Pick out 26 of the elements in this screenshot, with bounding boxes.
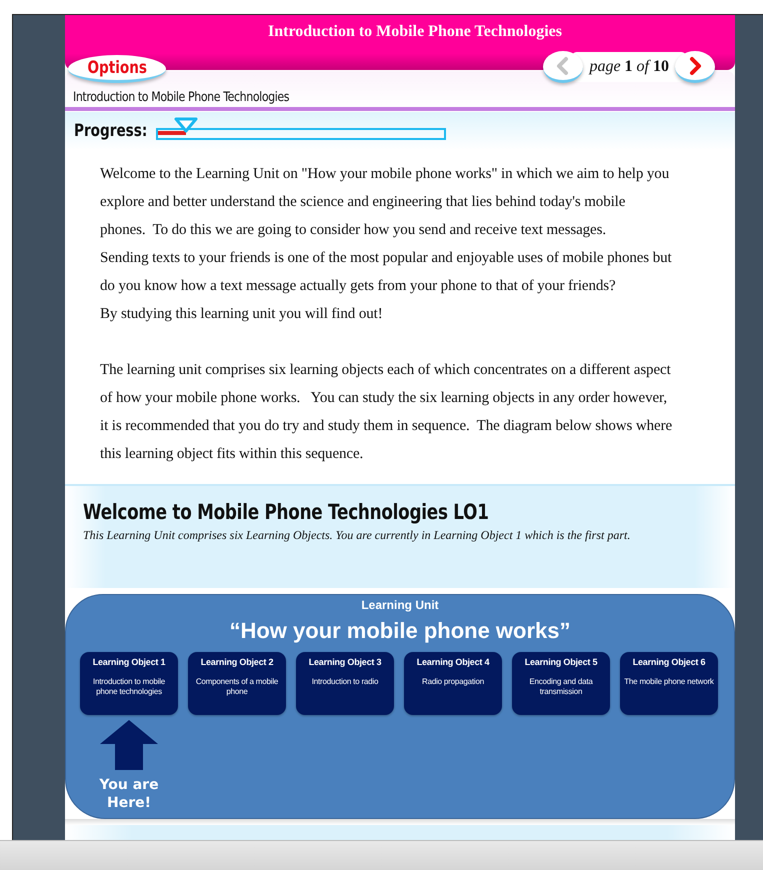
object-name: Learning Object 2 <box>200 657 274 667</box>
body-text: Welcome to the Learning Unit on "How your mobile phone works" in which we aim to help you explore and better understand the science and engineering that lies behind today's mobile phones. To do this we are going to consider how you send and receive text messages. <box>100 165 670 240</box>
object-name: Learning Object 4 <box>416 657 490 667</box>
object-name: Learning Object 3 <box>308 657 382 667</box>
object-topic: Radio propagation <box>421 677 485 687</box>
object-topic: Encoding and data transmission <box>528 677 594 697</box>
progress-label: Progress: <box>74 121 148 141</box>
section-intro: This Learning Unit comprises six Learning Objects. You are currently in Learning Object 1 which is the first part. <box>83 527 632 544</box>
object-name: Learning Object 1 <box>92 657 166 667</box>
section-heading: Welcome to Mobile Phone Technologies LO1 <box>83 500 490 524</box>
object-topic: Introduction to mobile phone technologies <box>92 677 166 697</box>
object-topic: The mobile phone network <box>624 677 714 687</box>
object-topic: Components of a mobile phone <box>194 677 280 697</box>
body-text: Sending texts to your friends is one of the most popular and enjoyable uses of mobile phones but do you know how a text message actually gets from your phone to that of your friends? <box>100 249 673 296</box>
page-title: Introduction to Mobile Phone Technologies <box>268 23 562 41</box>
object-name: Learning Object 6 <box>632 657 706 667</box>
body-text: By studying this learning unit you will find out! <box>100 305 384 324</box>
subtitle: Introduction to Mobile Phone Technologies <box>73 90 290 105</box>
progress-thumb[interactable] <box>174 117 198 133</box>
body-text: The learning unit comprises six learning objects each of which concentrates on a different aspect of how your mobile phone works. You can study the six learning objects in any order however, it is recommended that you do try and study them in sequence. The diagram below shows where this learning object fits within this sequence. <box>100 361 673 464</box>
diagram-title: “How your mobile phone works” <box>228 618 572 644</box>
up-arrow-icon <box>100 720 158 770</box>
object-topic: Introduction to radio <box>310 677 380 687</box>
diagram-caption: Learning Unit <box>360 598 440 612</box>
object-name: Learning Object 5 <box>524 657 598 667</box>
you-are-here-label: You are Here! <box>98 776 160 812</box>
